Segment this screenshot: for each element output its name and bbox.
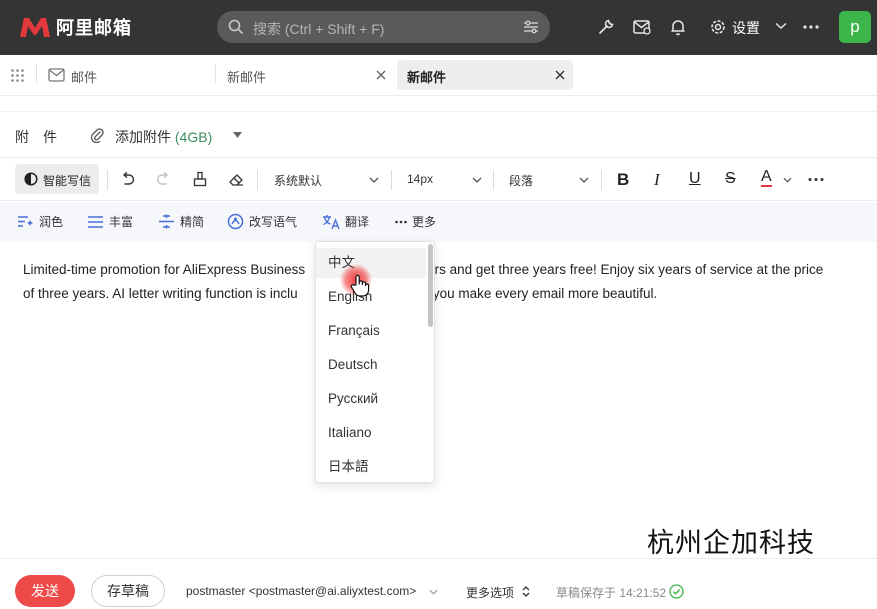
ai-translate-button[interactable]: 翻译 — [322, 213, 369, 230]
chevron-down-icon[interactable] — [369, 177, 379, 183]
body-line-2-start: of three years. AI letter writing functi… — [23, 285, 298, 301]
ai-more-label: 更多 — [412, 215, 437, 229]
chevron-down-icon[interactable] — [775, 22, 787, 30]
underline-icon[interactable]: U — [689, 170, 701, 188]
dropdown-scrollbar[interactable] — [428, 244, 433, 327]
close-icon[interactable] — [376, 70, 386, 80]
caret-down-icon[interactable] — [233, 132, 242, 138]
tab-bar: 邮件 新邮件 新邮件 — [0, 55, 877, 96]
language-option-japanese[interactable]: 日本語 — [316, 452, 426, 482]
language-dropdown[interactable]: 中文 English Français Deutsch Русский Ital… — [315, 241, 435, 483]
ai-write-icon — [24, 172, 38, 186]
avatar[interactable]: p — [839, 11, 871, 43]
sort-arrows-icon[interactable] — [522, 586, 530, 597]
language-option-french[interactable]: Français — [316, 316, 426, 346]
eraser-icon[interactable] — [228, 172, 245, 187]
ai-simplify-button[interactable]: 精简 — [158, 213, 204, 230]
body-line-2-end: g you make every email more beautiful. — [421, 285, 658, 301]
more-options-button[interactable]: 更多选项 — [466, 584, 514, 601]
translate-icon — [323, 214, 340, 229]
ai-enrich-button[interactable]: 丰富 — [87, 213, 133, 230]
hand-cursor-icon — [350, 274, 370, 297]
wrench-icon[interactable] — [596, 17, 616, 37]
chevron-down-icon[interactable] — [472, 177, 482, 183]
top-bar: 阿里邮箱 搜索 (Ctrl + Shift + F) 设置 p — [0, 0, 877, 55]
save-draft-button[interactable]: 存草稿 — [91, 575, 165, 607]
polish-icon — [18, 216, 33, 227]
mail-icon — [48, 68, 65, 82]
ai-actions-bar: 润色 丰富 精简 改写语气 翻译 更多 — [0, 202, 877, 242]
apps-grid-icon[interactable] — [11, 69, 24, 82]
ai-tone-label: 改写语气 — [249, 215, 298, 229]
ai-enrich-label: 丰富 — [109, 215, 134, 229]
format-toolbar: 智能写信 系统默认 14px 段落 B I U S A — [0, 157, 877, 201]
more-icon — [395, 220, 407, 223]
add-attachment-button[interactable]: 添加附件 (4GB) — [115, 127, 212, 147]
language-option-italian[interactable]: Italiano — [316, 418, 426, 448]
attachment-label: 附 件 — [15, 129, 57, 145]
ai-tone-button[interactable]: 改写语气 — [227, 213, 297, 230]
app-name: 阿里邮箱 — [56, 18, 132, 38]
chevron-down-icon[interactable] — [783, 177, 792, 183]
attachment-row: 附 件 添加附件 (4GB) — [0, 111, 877, 157]
body-line-1: Limited-time promotion for AliExpress Bu… — [23, 258, 853, 282]
search-placeholder: 搜索 (Ctrl + Shift + F) — [253, 21, 385, 37]
mail-settings-icon[interactable] — [632, 17, 652, 37]
ai-translate-label: 翻译 — [345, 215, 370, 229]
tab-new-mail-active[interactable]: 新邮件 — [397, 60, 573, 90]
tab-mail[interactable]: 邮件 — [71, 67, 97, 86]
bottom-bar: 发送 存草稿 postmaster <postmaster@ai.aliyxte… — [0, 558, 877, 609]
paragraph-select[interactable]: 段落 — [509, 172, 533, 189]
add-attachment-label: 添加附件 — [115, 129, 171, 145]
tab-new-mail-active-label: 新邮件 — [407, 70, 447, 85]
gear-icon[interactable] — [708, 17, 728, 37]
paperclip-icon[interactable] — [90, 127, 104, 143]
check-circle-icon — [669, 584, 684, 599]
aliyun-mail-logo-icon — [20, 18, 50, 37]
settings-label[interactable]: 设置 — [732, 18, 760, 38]
chevron-down-icon[interactable] — [429, 589, 438, 595]
font-size-select[interactable]: 14px — [407, 172, 433, 186]
text-color-icon[interactable]: A — [761, 169, 772, 187]
ai-simplify-label: 精简 — [180, 215, 205, 229]
chevron-down-icon[interactable] — [579, 177, 589, 183]
font-family-select[interactable]: 系统默认 — [274, 172, 322, 189]
ai-polish-button[interactable]: 润色 — [17, 213, 63, 230]
tab-new-mail-1[interactable]: 新邮件 — [227, 67, 266, 86]
ai-polish-label: 润色 — [39, 215, 64, 229]
watermark-text: 杭州企加科技 — [647, 528, 815, 558]
body-line-2: of three years. AI letter writing functi… — [23, 282, 853, 306]
search-icon — [228, 19, 244, 35]
ai-write-label: 智能写信 — [43, 174, 92, 188]
tone-icon — [227, 213, 244, 230]
body-line-1-end: ars and get three years free! Enjoy six … — [427, 262, 824, 277]
language-option-russian[interactable]: Русский — [316, 384, 426, 414]
close-icon[interactable] — [555, 70, 565, 80]
bell-icon[interactable] — [668, 17, 688, 37]
ai-write-button[interactable]: 智能写信 — [15, 164, 99, 194]
ai-more-button[interactable]: 更多 — [395, 213, 436, 230]
more-icon[interactable] — [808, 177, 824, 182]
search-bar[interactable]: 搜索 (Ctrl + Shift + F) — [217, 11, 550, 43]
send-button[interactable]: 发送 — [15, 575, 75, 607]
strikethrough-icon[interactable]: S — [725, 170, 736, 188]
app-logo[interactable]: 阿里邮箱 — [18, 14, 132, 40]
body-line-1-start: Limited-time promotion for AliExpress Bu… — [23, 262, 306, 277]
attachment-size: (4GB) — [174, 129, 213, 145]
filter-icon[interactable] — [523, 20, 539, 34]
enrich-icon — [88, 215, 103, 228]
draft-saved-status: 草稿保存于 14:21:52 — [556, 586, 667, 600]
undo-icon[interactable] — [120, 172, 135, 186]
simplify-icon — [159, 214, 174, 229]
italic-icon[interactable]: I — [654, 170, 660, 190]
bold-icon[interactable]: B — [617, 170, 629, 190]
language-option-german[interactable]: Deutsch — [316, 350, 426, 380]
language-option-english[interactable]: English — [316, 282, 426, 312]
format-painter-icon[interactable] — [193, 171, 207, 187]
email-body-editor[interactable]: Limited-time promotion for AliExpress Bu… — [23, 258, 853, 305]
redo-icon[interactable] — [156, 172, 171, 186]
more-icon[interactable] — [803, 24, 819, 30]
sender-select[interactable]: postmaster <postmaster@ai.aliyxtest.com> — [186, 584, 416, 598]
